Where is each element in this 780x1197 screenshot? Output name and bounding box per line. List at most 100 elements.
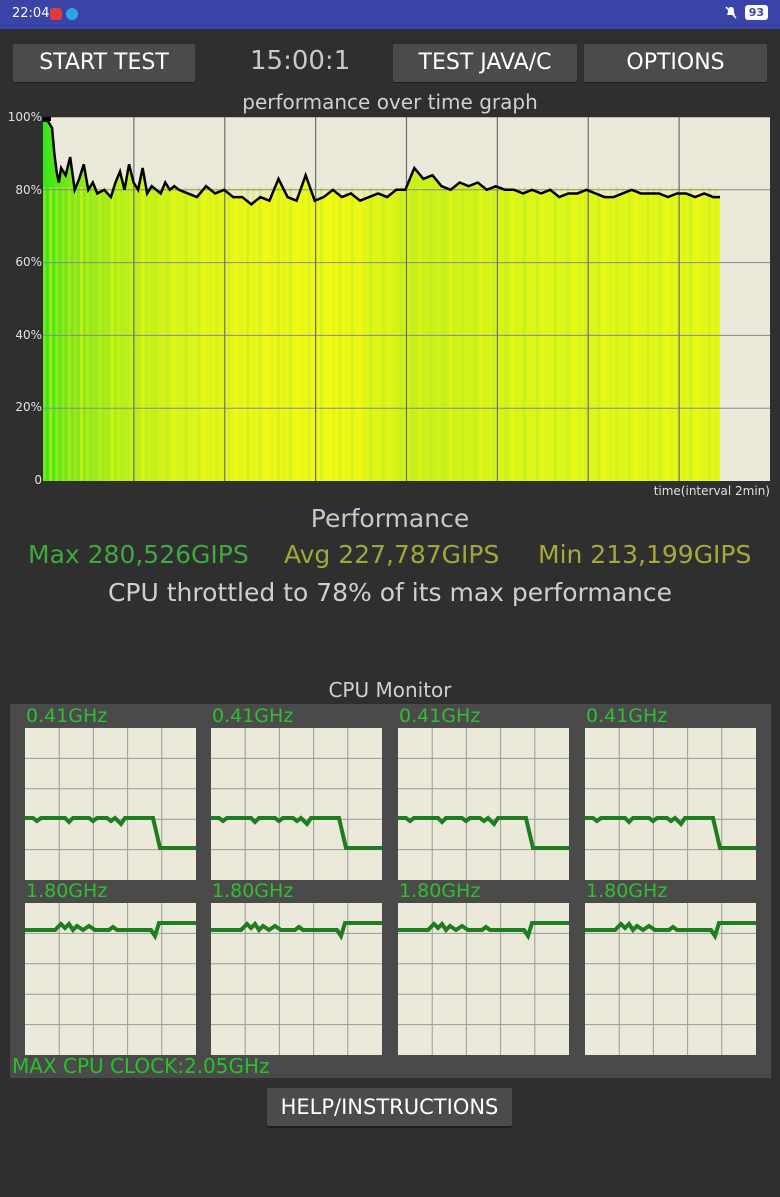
heat-stripe bbox=[387, 187, 391, 481]
heat-stripe bbox=[449, 187, 453, 481]
heat-stripe bbox=[418, 187, 422, 481]
y-tick-label: 0 bbox=[34, 473, 42, 487]
battery-icon: 93 bbox=[744, 5, 768, 20]
heat-stripe bbox=[307, 187, 311, 481]
heat-stripe bbox=[203, 187, 207, 481]
heat-stripe bbox=[356, 187, 360, 481]
heat-stripe bbox=[430, 187, 434, 481]
max-performance: Max 280,526GIPS bbox=[28, 540, 249, 569]
y-tick-label: 20% bbox=[15, 400, 42, 414]
cpu-monitor-title: CPU Monitor bbox=[328, 678, 452, 702]
core-frequency-label: 1.80GHz bbox=[26, 880, 108, 902]
heat-stripe bbox=[695, 187, 699, 481]
heat-stripe bbox=[246, 187, 250, 481]
heat-stripe bbox=[443, 187, 447, 481]
core-frequency-label: 1.80GHz bbox=[399, 880, 481, 902]
graph-title: performance over time graph bbox=[242, 90, 538, 114]
heat-stripe bbox=[344, 187, 348, 481]
heat-stripe bbox=[584, 187, 588, 481]
options-button[interactable]: OPTIONS bbox=[584, 44, 767, 82]
core-frequency-chart bbox=[398, 728, 569, 880]
heat-stripe bbox=[86, 187, 90, 481]
heat-stripe bbox=[55, 187, 59, 481]
heat-stripe bbox=[43, 187, 46, 481]
heat-stripe bbox=[326, 187, 330, 481]
core-frequency-chart bbox=[585, 903, 756, 1055]
heat-stripe bbox=[516, 187, 520, 481]
min-performance: Min 213,199GIPS bbox=[538, 540, 752, 569]
performance-title: Performance bbox=[310, 504, 470, 533]
start-test-button[interactable]: START TEST bbox=[13, 44, 195, 82]
heat-stripe bbox=[510, 187, 514, 481]
mail-notification-icon bbox=[50, 8, 62, 20]
heat-stripe bbox=[646, 187, 650, 481]
performance-graph bbox=[43, 117, 770, 481]
heat-stripe bbox=[147, 187, 151, 481]
heat-stripe bbox=[276, 187, 280, 481]
heat-stripe bbox=[98, 187, 102, 481]
heat-stripe bbox=[283, 187, 287, 481]
heat-stripe bbox=[129, 187, 133, 481]
heat-stripe bbox=[123, 187, 127, 481]
heat-stripe bbox=[479, 187, 483, 481]
heat-stripe bbox=[227, 187, 231, 481]
heat-stripe bbox=[658, 187, 662, 481]
heat-stripe bbox=[541, 187, 545, 481]
heat-stripe bbox=[664, 187, 668, 481]
heat-stripe bbox=[596, 187, 600, 481]
heat-stripe bbox=[110, 187, 114, 481]
status-bar: 22:04 93 bbox=[0, 0, 780, 29]
heat-stripe bbox=[578, 187, 582, 481]
heat-stripe bbox=[455, 187, 459, 481]
heat-stripe bbox=[615, 187, 619, 481]
mute-bell-icon bbox=[725, 6, 737, 19]
heat-stripe bbox=[399, 187, 403, 481]
heat-stripe bbox=[92, 187, 96, 481]
help-instructions-button[interactable]: HELP/INSTRUCTIONS bbox=[267, 1088, 512, 1126]
test-java-c-button[interactable]: TEST JAVA/C bbox=[393, 44, 577, 82]
heat-stripe bbox=[492, 187, 496, 481]
heat-stripe bbox=[553, 187, 557, 481]
heat-stripe bbox=[707, 187, 711, 481]
heat-stripe bbox=[424, 187, 428, 481]
heat-stripe bbox=[239, 187, 243, 481]
core-frequency-label: 1.80GHz bbox=[212, 880, 294, 902]
heat-stripe bbox=[523, 187, 527, 481]
heat-stripe bbox=[67, 187, 71, 481]
heat-stripe bbox=[572, 187, 576, 481]
heat-stripe bbox=[270, 187, 274, 481]
core-frequency-label: 0.41GHz bbox=[586, 705, 668, 727]
core-frequency-label: 1.80GHz bbox=[586, 880, 668, 902]
heat-stripe bbox=[184, 187, 188, 481]
heat-stripe bbox=[264, 187, 268, 481]
heat-stripe bbox=[135, 187, 139, 481]
heat-stripe bbox=[633, 187, 637, 481]
heat-stripe bbox=[393, 187, 397, 481]
heat-stripe bbox=[547, 187, 551, 481]
heat-stripe bbox=[689, 187, 693, 481]
heat-stripe bbox=[603, 187, 607, 481]
core-frequency-chart bbox=[211, 903, 382, 1055]
y-tick-label: 60% bbox=[15, 255, 42, 269]
test-timer: 15:00:1 bbox=[250, 46, 351, 76]
heat-stripe bbox=[172, 187, 176, 481]
heat-stripe bbox=[713, 187, 717, 481]
core-frequency-label: 0.41GHz bbox=[26, 705, 108, 727]
heat-stripe bbox=[61, 187, 65, 481]
heat-stripe bbox=[467, 187, 471, 481]
heat-stripe bbox=[670, 187, 674, 481]
heat-stripe bbox=[252, 187, 256, 481]
y-tick-label: 40% bbox=[15, 328, 42, 342]
heat-stripe bbox=[640, 187, 644, 481]
heat-stripe bbox=[621, 187, 625, 481]
heat-stripe bbox=[319, 187, 323, 481]
heat-stripe bbox=[461, 187, 465, 481]
core-frequency-chart bbox=[25, 728, 196, 880]
heat-stripe bbox=[560, 187, 564, 481]
heat-stripe bbox=[369, 187, 373, 481]
heat-stripe bbox=[609, 187, 613, 481]
heat-stripe bbox=[498, 187, 502, 481]
heat-stripe bbox=[590, 187, 594, 481]
heat-stripe bbox=[215, 187, 219, 481]
heat-stripe bbox=[338, 187, 342, 481]
